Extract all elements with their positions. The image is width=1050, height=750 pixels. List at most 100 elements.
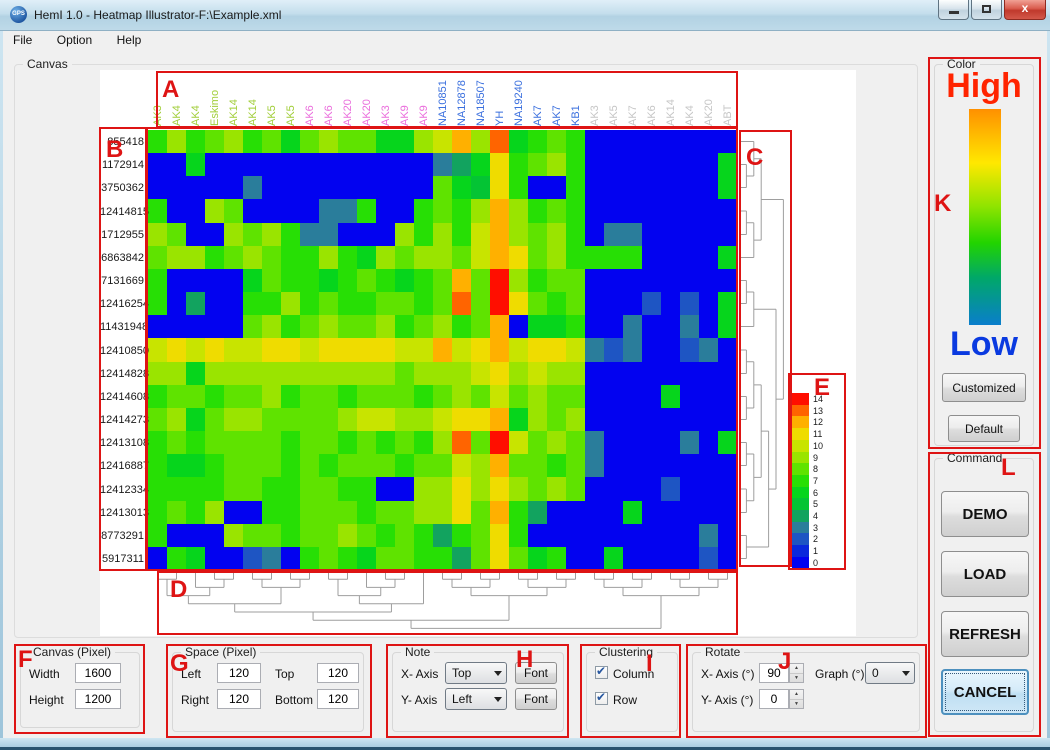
heatmap-cell (718, 246, 737, 269)
minimize-button[interactable] (938, 0, 969, 20)
heatmap-cell (547, 524, 566, 547)
heatmap-cell (395, 153, 414, 176)
cancel-button[interactable]: CANCEL (941, 669, 1029, 715)
space-left-input[interactable] (217, 663, 261, 683)
heatmap-cell (585, 547, 604, 570)
heatmap-cell (642, 269, 661, 292)
heatmap-cell (224, 524, 243, 547)
heatmap-cell (262, 292, 281, 315)
column-label: AK9 (418, 105, 430, 126)
rotate-y-input[interactable] (759, 689, 789, 709)
heatmap-cell (357, 246, 376, 269)
heatmap-cell (585, 338, 604, 362)
heatmap-cell (186, 362, 205, 385)
rotate-graph-select[interactable]: 0 (865, 662, 915, 684)
legend-tick-label: 3 (813, 523, 818, 533)
heatmap-cell (585, 385, 604, 408)
heatmap-cell (661, 477, 680, 501)
column-label: AK6 (646, 105, 658, 126)
heatmap-cell (224, 501, 243, 524)
space-right-input[interactable] (217, 689, 261, 709)
refresh-button[interactable]: REFRESH (941, 611, 1029, 657)
heatmap-cell (167, 362, 186, 385)
heatmap-cell (338, 223, 357, 246)
space-top-input[interactable] (317, 663, 359, 683)
row-checkbox[interactable] (595, 692, 608, 705)
heatmap-cell (604, 246, 623, 269)
heatmap-cell (623, 130, 642, 153)
heatmap-cell (357, 130, 376, 153)
heatmap-cell (262, 223, 281, 246)
heatmap-cell (623, 524, 642, 547)
heatmap-cell (699, 362, 718, 385)
heatmap-cell (319, 338, 338, 362)
heatmap-cell (414, 130, 433, 153)
heatmap-cell (224, 408, 243, 431)
maximize-button[interactable] (971, 0, 1002, 20)
chevron-down-icon (490, 663, 506, 683)
heatmap-cell (414, 223, 433, 246)
space-bottom-input[interactable] (317, 689, 359, 709)
column-label: AK7 (627, 105, 639, 126)
heatmap-cell (490, 431, 509, 454)
heatmap-cell (414, 408, 433, 431)
heatmap-cell (718, 153, 737, 176)
demo-button[interactable]: DEMO (941, 491, 1029, 537)
legend-tick-label: 2 (813, 534, 818, 544)
y-axis-position-select[interactable]: Left (445, 688, 507, 710)
x-axis-position-select[interactable]: Top (445, 662, 507, 684)
heatmap-cell (566, 547, 585, 570)
heatmap-cell (205, 130, 224, 153)
heatmap-cell (148, 338, 167, 362)
heatmap-cell (604, 408, 623, 431)
heatmap-cell (205, 431, 224, 454)
heatmap-cell (224, 153, 243, 176)
y-axis-font-button[interactable]: Font (515, 688, 557, 710)
heatmap-cell (528, 431, 547, 454)
column-label: NA12878 (456, 80, 468, 126)
customized-button[interactable]: Customized (942, 373, 1026, 402)
heatmap-cell (547, 454, 566, 477)
heatmap-cell (528, 408, 547, 431)
heatmap-cell (148, 501, 167, 524)
load-button[interactable]: LOAD (941, 551, 1029, 597)
menu-file[interactable]: File (3, 30, 42, 50)
heatmap-cell (623, 338, 642, 362)
heatmap-cell (490, 385, 509, 408)
heatmap-cell (471, 176, 490, 199)
legend-tick-label: 13 (813, 406, 823, 416)
title-bar[interactable]: GPS HemI 1.0 - Heatmap Illustrator-F:\Ex… (0, 0, 1050, 31)
heatmap-cell (281, 246, 300, 269)
menu-option[interactable]: Option (47, 30, 102, 50)
heatmap-cell (471, 315, 490, 338)
heatmap-cell (471, 477, 490, 501)
rotate-y-spinner[interactable]: ▲▼ (789, 689, 804, 709)
heatmap-cell (642, 524, 661, 547)
heatmap-cell (661, 338, 680, 362)
heatmap-cell (680, 431, 699, 454)
heatmap-cell (300, 176, 319, 199)
command-panel: Command DEMO LOAD REFRESH CANCEL (934, 458, 1034, 732)
height-input[interactable] (75, 689, 121, 709)
menu-help[interactable]: Help (107, 30, 152, 50)
heatmap-cell (623, 431, 642, 454)
heatmap-cell (585, 130, 604, 153)
width-input[interactable] (75, 663, 121, 683)
heatmap-cell (395, 408, 414, 431)
clustering-group: Clustering Column Row (586, 652, 678, 732)
heatmap-cell (395, 524, 414, 547)
heatmap-cell (699, 292, 718, 315)
color-panel: Color High Low Customized Default (934, 64, 1034, 446)
legend-tick-label: 6 (813, 488, 818, 498)
heatmap-cell (338, 362, 357, 385)
default-button[interactable]: Default (948, 415, 1020, 442)
row-label: 12412334 (100, 484, 144, 496)
heatmap-cell (680, 315, 699, 338)
close-button[interactable]: x (1004, 0, 1046, 20)
heatmap-cell (509, 246, 528, 269)
heatmap-cell (433, 431, 452, 454)
heatmap-cell (718, 176, 737, 199)
heatmap-cell (281, 501, 300, 524)
column-checkbox[interactable] (595, 666, 608, 679)
heatmap-cell (243, 153, 262, 176)
